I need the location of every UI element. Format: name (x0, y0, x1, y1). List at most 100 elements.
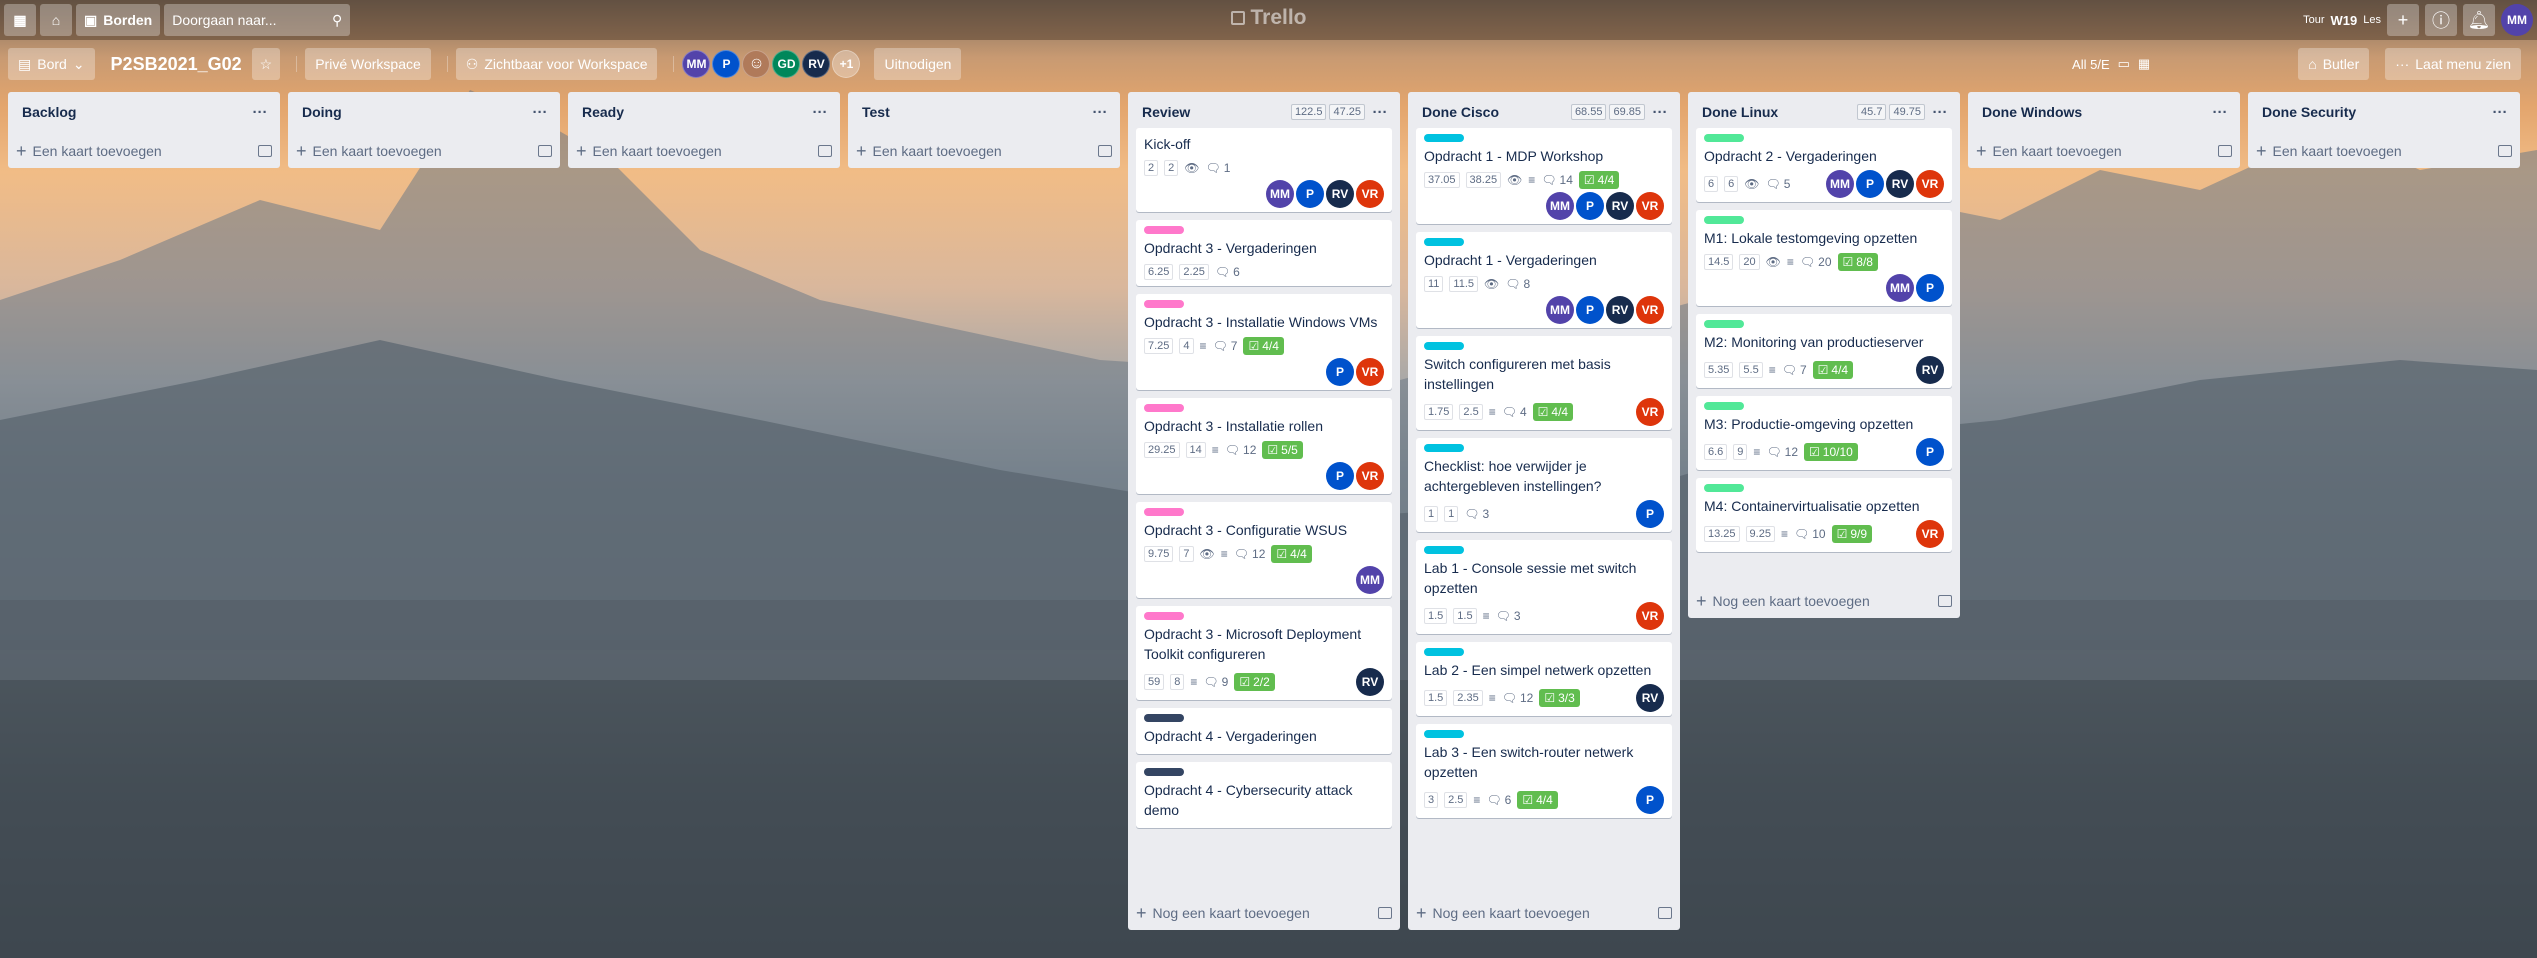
member-avatar[interactable]: VR (1356, 462, 1384, 490)
member-avatar[interactable]: MM (682, 50, 711, 78)
card-label[interactable] (1144, 226, 1184, 234)
list-title[interactable]: Ready (582, 104, 808, 120)
card[interactable]: Opdracht 1 - Vergaderingen 11 11.5 👁︎ 🗨︎ 8 MM P… (1416, 232, 1672, 328)
member-avatar[interactable]: P (1326, 462, 1354, 490)
card[interactable]: Opdracht 3 - Microsoft Deployment Toolki… (1136, 606, 1392, 700)
list-menu-button[interactable]: ··· (1928, 104, 1952, 121)
template-icon[interactable] (2218, 145, 2232, 157)
member-avatar[interactable]: RV (802, 50, 831, 78)
member-avatar[interactable]: VR (1636, 602, 1664, 630)
show-menu-button[interactable]: ··· Laat menu zien (2385, 48, 2521, 80)
card-label[interactable] (1144, 612, 1184, 620)
add-card-button[interactable]: + Een kaart toevoegen (288, 134, 560, 168)
card[interactable]: Kick-off 2 2 👁︎ 🗨︎ 1 MM P RV VR (1136, 128, 1392, 212)
member-avatar[interactable]: VR (1636, 192, 1664, 220)
add-card-button[interactable]: + Nog een kaart toevoegen (1128, 896, 1400, 930)
card-label[interactable] (1424, 730, 1464, 738)
card[interactable]: Checklist: hoe verwijder je achtergeblev… (1416, 438, 1672, 532)
member-avatar[interactable]: MM (1266, 180, 1294, 208)
card-label[interactable] (1704, 216, 1744, 224)
add-card-button[interactable]: + Een kaart toevoegen (568, 134, 840, 168)
members-more-badge[interactable]: +1 (832, 50, 861, 78)
card-label[interactable] (1704, 320, 1744, 328)
workspace-button[interactable]: Privé Workspace (305, 48, 431, 80)
board-title[interactable]: P2SB2021_G02 (111, 54, 242, 75)
create-button[interactable]: + (2387, 4, 2419, 36)
card[interactable]: Opdracht 3 - Vergaderingen 6.25 2.25 🗨︎ 6 (1136, 220, 1392, 286)
member-avatar[interactable]: RV (1916, 356, 1944, 384)
butler-button[interactable]: ⌂ Butler (2298, 48, 2370, 80)
member-avatar[interactable]: MM (1826, 170, 1854, 198)
tour-text[interactable]: Tour (2303, 14, 2324, 26)
list-menu-button[interactable]: ··· (248, 104, 272, 121)
card-label[interactable] (1424, 238, 1464, 246)
user-avatar[interactable]: MM (2501, 4, 2533, 36)
member-avatar[interactable]: P (1916, 438, 1944, 466)
add-card-button[interactable]: + Een kaart toevoegen (1968, 134, 2240, 168)
card-label[interactable] (1144, 404, 1184, 412)
add-card-button[interactable]: + Een kaart toevoegen (2248, 134, 2520, 168)
visibility-button[interactable]: ⚇ Zichtbaar voor Workspace (455, 48, 658, 80)
card[interactable]: Opdracht 1 - MDP Workshop 37.05 38.25 👁︎ ≡ 🗨︎… (1416, 128, 1672, 224)
member-avatar[interactable]: GD (772, 50, 801, 78)
add-card-button[interactable]: + Een kaart toevoegen (848, 134, 1120, 168)
card[interactable]: M4: Containervirtualisatie opzetten 13.25… (1696, 478, 1952, 552)
member-avatar[interactable]: MM (1886, 274, 1914, 302)
list-title[interactable]: Done Cisco (1422, 104, 1571, 120)
member-avatar[interactable]: VR (1356, 180, 1384, 208)
card-label[interactable] (1704, 402, 1744, 410)
card[interactable]: Opdracht 3 - Installatie rollen 29.25 14 ≡ 🗨… (1136, 398, 1392, 494)
template-icon[interactable] (818, 145, 832, 157)
template-icon[interactable] (1658, 907, 1672, 919)
search-input[interactable]: Doorgaan naar... ⚲ (164, 4, 351, 36)
add-card-button[interactable]: + Nog een kaart toevoegen (1408, 896, 1680, 930)
member-avatar[interactable]: MM (1356, 566, 1384, 594)
notifications-button[interactable]: 🔔︎ (2463, 4, 2495, 36)
template-icon[interactable] (538, 145, 552, 157)
card[interactable]: Opdracht 4 - Cybersecurity attack demo (1136, 762, 1392, 828)
card-label[interactable] (1704, 134, 1744, 142)
card[interactable]: Lab 1 - Console sessie met switch opzett… (1416, 540, 1672, 634)
view-switcher-button[interactable]: ▤ Bord ⌄ (8, 48, 95, 80)
card-label[interactable] (1424, 648, 1464, 656)
card-label[interactable] (1424, 546, 1464, 554)
list-title[interactable]: Done Security (2262, 104, 2488, 120)
card[interactable]: Opdracht 2 - Vergaderingen 6 6 👁︎ 🗨︎ 5 MM P RV VR (1696, 128, 1952, 202)
card[interactable]: Opdracht 3 - Installatie Windows VMs 7.25… (1136, 294, 1392, 390)
list-menu-button[interactable]: ··· (528, 104, 552, 121)
card-label[interactable] (1424, 134, 1464, 142)
member-avatar[interactable]: P (1296, 180, 1324, 208)
table-view-icon[interactable]: ▭ (2118, 56, 2130, 72)
card[interactable]: Lab 2 - Een simpel netwerk opzetten 1.5 2.… (1416, 642, 1672, 716)
card-label[interactable] (1424, 444, 1464, 452)
card-label[interactable] (1424, 342, 1464, 350)
template-icon[interactable] (1378, 907, 1392, 919)
list-title[interactable]: Done Linux (1702, 104, 1857, 120)
card-label[interactable] (1144, 714, 1184, 722)
card-label[interactable] (1144, 768, 1184, 776)
member-avatar[interactable]: RV (1606, 192, 1634, 220)
member-avatar[interactable]: VR (1636, 296, 1664, 324)
member-avatar[interactable]: VR (1636, 398, 1664, 426)
invite-button[interactable]: Uitnodigen (874, 48, 962, 80)
list-menu-button[interactable]: ··· (2488, 104, 2512, 121)
member-avatar[interactable]: P (1636, 786, 1664, 814)
member-avatar[interactable]: VR (1356, 358, 1384, 386)
member-avatar[interactable]: RV (1636, 684, 1664, 712)
list-menu-button[interactable]: ··· (1648, 104, 1672, 121)
template-icon[interactable] (1098, 145, 1112, 157)
card[interactable]: M1: Lokale testomgeving opzetten 14.5 20 👁︎… (1696, 210, 1952, 306)
info-button[interactable]: ⓘ (2425, 4, 2457, 36)
template-icon[interactable] (258, 145, 272, 157)
member-avatar[interactable]: MM (1546, 296, 1574, 324)
card[interactable]: Opdracht 3 - Configuratie WSUS 9.75 7 👁︎ ≡ 🗨︎… (1136, 502, 1392, 598)
member-avatar[interactable]: RV (1326, 180, 1354, 208)
card[interactable]: Switch configureren met basis instelling… (1416, 336, 1672, 430)
member-avatar[interactable]: P (1576, 192, 1604, 220)
member-avatar[interactable]: VR (1916, 520, 1944, 548)
card-label[interactable] (1144, 508, 1184, 516)
member-avatar[interactable]: P (1326, 358, 1354, 386)
apps-button[interactable]: ▦ (4, 4, 36, 36)
member-avatar[interactable]: RV (1886, 170, 1914, 198)
boards-button[interactable]: ▣ Borden (76, 4, 161, 36)
